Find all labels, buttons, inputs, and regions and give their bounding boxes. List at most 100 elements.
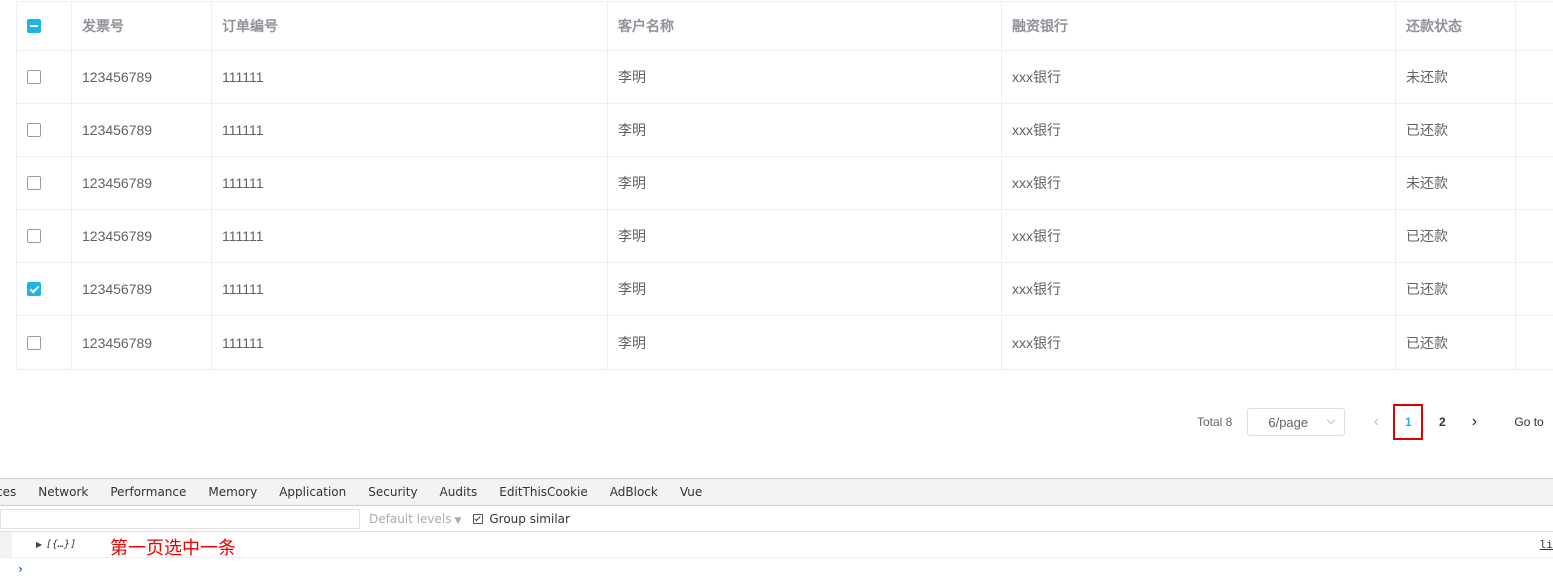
order-cell: 111111 bbox=[212, 263, 608, 315]
bank-cell: xxx银行 bbox=[1002, 316, 1396, 369]
status-cell: 已还款 bbox=[1396, 210, 1516, 262]
table-body: 123456789 111111 李明 xxx银行 未还款 123456789 111111… bbox=[17, 51, 1553, 369]
invoice-cell: 123456789 bbox=[72, 157, 212, 209]
devtools-tab-network[interactable]: Network bbox=[27, 485, 99, 499]
page-number-2[interactable]: 2 bbox=[1427, 404, 1457, 440]
devtools-tab-memory[interactable]: Memory bbox=[197, 485, 268, 499]
extra-cell bbox=[1516, 157, 1553, 209]
total-count: Total 8 bbox=[1197, 415, 1233, 429]
console-filter-input[interactable] bbox=[0, 508, 360, 529]
page-size-select[interactable]: 6/page bbox=[1247, 408, 1346, 436]
row-checkbox[interactable] bbox=[27, 70, 41, 84]
console-gutter bbox=[0, 532, 12, 557]
devtools-tab-audits[interactable]: Audits bbox=[429, 485, 489, 499]
select-all-checkbox[interactable] bbox=[27, 19, 41, 33]
extra-cell bbox=[1516, 316, 1553, 369]
column-header-invoice[interactable]: 发票号 bbox=[72, 2, 212, 50]
console-prompt-line[interactable]: › bbox=[0, 558, 1553, 580]
bank-cell: xxx银行 bbox=[1002, 263, 1396, 315]
console-toolbar: Default levels ▼ Group similar bbox=[0, 506, 1553, 532]
page-size-value: 6/page bbox=[1268, 414, 1309, 430]
devtools-tab-performance[interactable]: Performance bbox=[99, 485, 197, 499]
devtools-tab-editthiscookie[interactable]: EditThisCookie bbox=[488, 485, 599, 499]
triangle-down-icon: ▼ bbox=[454, 515, 462, 526]
annotation-text: 第一页选中一条 bbox=[110, 538, 236, 559]
devtools-tab-application[interactable]: Application bbox=[268, 485, 357, 499]
row-select-cell bbox=[17, 104, 72, 156]
order-cell: 111111 bbox=[212, 51, 608, 103]
table-row[interactable]: 123456789 111111 李明 xxx银行 已还款 bbox=[17, 316, 1553, 369]
table-row[interactable]: 123456789 111111 李明 xxx银行 未还款 bbox=[17, 51, 1553, 104]
status-cell: 未还款 bbox=[1396, 157, 1516, 209]
bank-cell: xxx银行 bbox=[1002, 104, 1396, 156]
status-cell: 已还款 bbox=[1396, 104, 1516, 156]
source-link[interactable]: li bbox=[1540, 538, 1553, 551]
customer-cell: 李明 bbox=[608, 157, 1002, 209]
group-similar-checkbox[interactable] bbox=[473, 513, 484, 524]
prev-page-button[interactable]: ‹ bbox=[1361, 404, 1391, 440]
customer-cell: 李明 bbox=[608, 316, 1002, 369]
data-table: 发票号 订单编号 客户名称 融资银行 还款状态 123456789 111111 李… bbox=[16, 1, 1553, 370]
devtools-tab-bar: cesNetworkPerformanceMemoryApplicationSe… bbox=[0, 478, 1553, 506]
row-checkbox[interactable] bbox=[27, 229, 41, 243]
customer-cell: 李明 bbox=[608, 51, 1002, 103]
prompt-chevron-icon: › bbox=[18, 562, 23, 576]
group-similar-toggle[interactable]: Group similar bbox=[473, 512, 570, 526]
row-select-cell bbox=[17, 51, 72, 103]
devtools-tab-vue[interactable]: Vue bbox=[669, 485, 713, 499]
row-select-cell bbox=[17, 157, 72, 209]
customer-cell: 李明 bbox=[608, 104, 1002, 156]
console-log-entry: ▶ [{…}] 第一页选中一条 li bbox=[0, 532, 1553, 559]
invoice-cell: 123456789 bbox=[72, 51, 212, 103]
logged-object[interactable]: [{…}] bbox=[46, 539, 76, 550]
extra-cell bbox=[1516, 104, 1553, 156]
column-header-order[interactable]: 订单编号 bbox=[212, 2, 608, 50]
pagination: Total 8 6/page ‹ 1 2 › Go to bbox=[1197, 404, 1544, 440]
table-row[interactable]: 123456789 111111 李明 xxx银行 已还款 bbox=[17, 210, 1553, 263]
bank-cell: xxx银行 bbox=[1002, 157, 1396, 209]
order-cell: 111111 bbox=[212, 316, 608, 369]
row-select-cell bbox=[17, 263, 72, 315]
order-cell: 111111 bbox=[212, 210, 608, 262]
table-header-row: 发票号 订单编号 客户名称 融资银行 还款状态 bbox=[17, 2, 1553, 51]
row-checkbox[interactable] bbox=[27, 282, 41, 296]
invoice-cell: 123456789 bbox=[72, 263, 212, 315]
table-row[interactable]: 123456789 111111 李明 xxx银行 未还款 bbox=[17, 157, 1553, 210]
customer-cell: 李明 bbox=[608, 210, 1002, 262]
order-cell: 111111 bbox=[212, 104, 608, 156]
devtools-tab-adblock[interactable]: AdBlock bbox=[599, 485, 669, 499]
group-similar-label: Group similar bbox=[489, 511, 570, 526]
row-select-cell bbox=[17, 210, 72, 262]
log-levels-dropdown[interactable]: Default levels ▼ bbox=[369, 512, 461, 526]
goto-label: Go to bbox=[1514, 415, 1544, 429]
chevron-down-icon bbox=[1327, 415, 1336, 425]
next-page-button[interactable]: › bbox=[1459, 404, 1489, 440]
devtools-panel: cesNetworkPerformanceMemoryApplicationSe… bbox=[0, 478, 1553, 586]
bank-cell: xxx银行 bbox=[1002, 210, 1396, 262]
invoice-cell: 123456789 bbox=[72, 210, 212, 262]
extra-cell bbox=[1516, 51, 1553, 103]
table-row[interactable]: 123456789 111111 李明 xxx银行 已还款 bbox=[17, 263, 1553, 316]
extra-cell bbox=[1516, 263, 1553, 315]
column-header-bank[interactable]: 融资银行 bbox=[1002, 2, 1396, 50]
column-header-status[interactable]: 还款状态 bbox=[1396, 2, 1516, 50]
bank-cell: xxx银行 bbox=[1002, 51, 1396, 103]
log-levels-label: Default levels bbox=[369, 511, 452, 526]
expand-triangle-icon[interactable]: ▶ bbox=[36, 540, 42, 549]
status-cell: 已还款 bbox=[1396, 263, 1516, 315]
row-checkbox[interactable] bbox=[27, 123, 41, 137]
devtools-tab-security[interactable]: Security bbox=[357, 485, 428, 499]
row-select-cell bbox=[17, 316, 72, 369]
invoice-cell: 123456789 bbox=[72, 104, 212, 156]
page-number-1[interactable]: 1 bbox=[1393, 404, 1424, 440]
devtools-tab-ces[interactable]: ces bbox=[0, 485, 27, 499]
row-checkbox[interactable] bbox=[27, 335, 41, 350]
row-checkbox[interactable] bbox=[27, 176, 41, 190]
table-row[interactable]: 123456789 111111 李明 xxx银行 已还款 bbox=[17, 104, 1553, 157]
status-cell: 未还款 bbox=[1396, 51, 1516, 103]
column-header-customer[interactable]: 客户名称 bbox=[608, 2, 1002, 50]
column-header-extra bbox=[1516, 2, 1553, 50]
customer-cell: 李明 bbox=[608, 263, 1002, 315]
status-cell: 已还款 bbox=[1396, 316, 1516, 369]
extra-cell bbox=[1516, 210, 1553, 262]
